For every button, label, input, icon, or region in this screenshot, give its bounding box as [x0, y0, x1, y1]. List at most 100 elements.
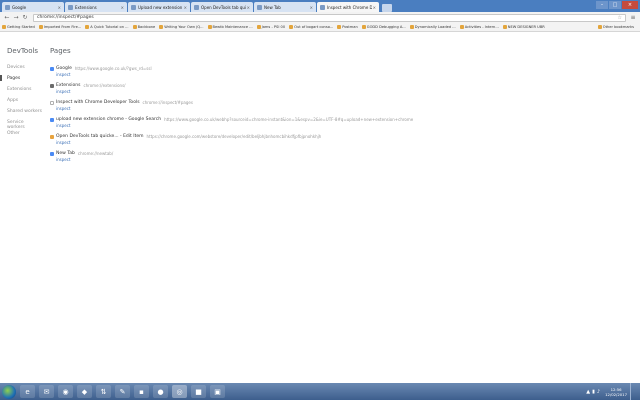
inspect-link[interactable]: inspect: [56, 123, 413, 128]
sidebar-item-pages[interactable]: Pages: [7, 76, 20, 81]
network-icon[interactable]: ▮: [592, 389, 595, 395]
back-arrow-icon[interactable]: ←: [3, 14, 11, 22]
inspect-link[interactable]: inspect: [56, 140, 321, 145]
onenote-icon[interactable]: ◉: [58, 385, 73, 398]
inspect-link[interactable]: inspect: [56, 72, 152, 77]
bookmark-icon: [409, 25, 414, 29]
app-icon[interactable]: ■: [191, 385, 206, 398]
tab-open-devtools[interactable]: Open DevTools tab quick ×: [191, 2, 253, 12]
sidebar-item-extensions[interactable]: Extensions: [7, 87, 31, 92]
bookmark-icon: [85, 25, 90, 29]
newtab-favicon-icon: [257, 4, 262, 10]
notepad-icon[interactable]: ✎: [115, 385, 130, 398]
puzzle-icon: [50, 83, 54, 88]
hyperv-icon[interactable]: ▣: [210, 385, 225, 398]
sidebar-item-apps[interactable]: Apps: [7, 98, 18, 103]
clock-date: 12/02/2017: [605, 391, 627, 397]
page-row: Open DevTools tab quicke... - Edit Item h…: [50, 134, 321, 145]
bookmark-item[interactable]: Jams - PSI 00: [256, 25, 285, 29]
sidebar-item-devices[interactable]: Devices: [7, 65, 25, 70]
bookmark-icon: [361, 25, 366, 29]
up-arrow-icon[interactable]: ▲: [586, 389, 590, 395]
new-tab-button[interactable]: [382, 4, 392, 12]
tab-inspect[interactable]: Inspect with Chrome Dev×: [317, 2, 379, 12]
windows-taskbar: e ✉ ◉ ◆ ⇅ ✎ ▪ ● ◎ ■ ▣ ▲ ▮ ♪ 12:56 12/02/…: [0, 383, 640, 400]
volume-icon[interactable]: ♪: [597, 389, 600, 395]
close-icon[interactable]: ×: [310, 5, 313, 10]
google-favicon-icon: [50, 66, 54, 71]
close-icon[interactable]: ×: [58, 5, 61, 10]
devtools-sidebar: DevTools Devices Pages Extensions Apps S…: [0, 33, 42, 383]
bookmark-item[interactable]: GODD Debugging A...: [361, 25, 406, 29]
other-bookmarks[interactable]: Other bookmarks: [597, 25, 634, 29]
sidebar-title: DevTools: [7, 47, 39, 55]
close-icon[interactable]: ×: [247, 5, 250, 10]
close-icon[interactable]: ×: [373, 5, 376, 10]
bookmarks-bar: Getting Started Imported From Fire... A …: [0, 23, 640, 32]
folder-icon: [38, 25, 43, 29]
folder-icon: [132, 25, 137, 29]
sidebar-item-shared-workers[interactable]: Shared workers: [7, 109, 42, 114]
browser-toolbar: ← → ↻ chrome://inspect/#pages ☆ ≡: [0, 12, 640, 23]
clock[interactable]: 12:56 12/02/2017: [605, 387, 627, 397]
bookmark-icon: [159, 25, 164, 29]
google-favicon-icon: [131, 4, 136, 10]
bookmark-icon: [256, 25, 261, 29]
bookmark-item[interactable]: Imported From Fire...: [38, 25, 81, 29]
google-favicon-icon: [50, 117, 54, 122]
bookmark-icon: [337, 25, 342, 29]
window-controls: – □ ×: [596, 1, 638, 9]
star-icon[interactable]: ☆: [618, 15, 622, 21]
bookmark-icon: [459, 25, 464, 29]
reload-icon[interactable]: ↻: [21, 14, 29, 22]
bookmark-item[interactable]: Backbone: [132, 25, 155, 29]
selected-indicator: [0, 75, 2, 81]
bookmark-icon: [289, 25, 294, 29]
close-icon[interactable]: ×: [121, 5, 124, 10]
pages-panel: Pages Google https://www.google.co.uk/?gw…: [42, 33, 640, 383]
minimize-icon[interactable]: –: [596, 1, 608, 9]
bookmark-item[interactable]: Out of bogart conso...: [289, 25, 333, 29]
system-tray: ▲ ▮ ♪ 12:56 12/02/2017: [586, 383, 640, 400]
bookmark-item[interactable]: A Quick Tutorial on ...: [85, 25, 129, 29]
folder-icon: [597, 25, 602, 29]
ie-icon[interactable]: e: [20, 385, 35, 398]
tab-upload-extension[interactable]: Upload new extension - C×: [128, 2, 190, 12]
inspect-link[interactable]: inspect: [56, 157, 113, 162]
show-desktop-button[interactable]: [630, 383, 636, 400]
bookmark-item[interactable]: Bewtb Maintenance ...: [207, 25, 253, 29]
menu-icon[interactable]: ≡: [629, 14, 637, 21]
google-favicon-icon: [5, 4, 10, 10]
page-row: Inspect with Chrome Developer Tools chrom…: [50, 100, 193, 111]
bookmark-item[interactable]: Writing Your Own jQ...: [159, 25, 204, 29]
start-button[interactable]: [2, 384, 16, 399]
tab-new-tab[interactable]: New Tab ×: [254, 2, 316, 12]
close-icon[interactable]: ×: [184, 5, 187, 10]
ftp-icon[interactable]: ⇅: [96, 385, 111, 398]
chrome-icon[interactable]: ◎: [172, 385, 187, 398]
address-bar-url: chrome://inspect/#pages: [37, 15, 94, 20]
page-row: New Tab chrome://newtab/ inspect: [50, 151, 113, 162]
page-title: Pages: [50, 47, 71, 55]
bookmark-item[interactable]: NEW DESIGNER UBR: [502, 25, 545, 29]
tab-strip: Google × Extensions × Upload new extension…: [0, 0, 640, 12]
bookmark-item[interactable]: Activities - Intern...: [459, 25, 499, 29]
address-bar[interactable]: chrome://inspect/#pages ☆: [33, 13, 626, 22]
tab-extensions[interactable]: Extensions ×: [65, 2, 127, 12]
firefox-icon[interactable]: ●: [153, 385, 168, 398]
inspect-link[interactable]: inspect: [56, 89, 126, 94]
bookmark-item[interactable]: Postman: [337, 25, 358, 29]
sidebar-item-other[interactable]: Other: [7, 131, 20, 136]
visual-studio-icon[interactable]: ◆: [77, 385, 92, 398]
folder-icon: [502, 25, 507, 29]
maximize-icon[interactable]: □: [609, 1, 621, 9]
bookmark-item[interactable]: Getting Started: [2, 25, 35, 29]
inspect-link[interactable]: inspect: [56, 106, 193, 111]
tab-google[interactable]: Google ×: [2, 2, 64, 12]
close-window-icon[interactable]: ×: [622, 1, 638, 9]
outlook-icon[interactable]: ✉: [39, 385, 54, 398]
forward-arrow-icon[interactable]: →: [12, 14, 20, 22]
bookmark-item[interactable]: Dynamically Loaded ...: [409, 25, 456, 29]
terminal-icon[interactable]: ▪: [134, 385, 149, 398]
sidebar-item-service-workers[interactable]: Service workers: [7, 120, 42, 130]
